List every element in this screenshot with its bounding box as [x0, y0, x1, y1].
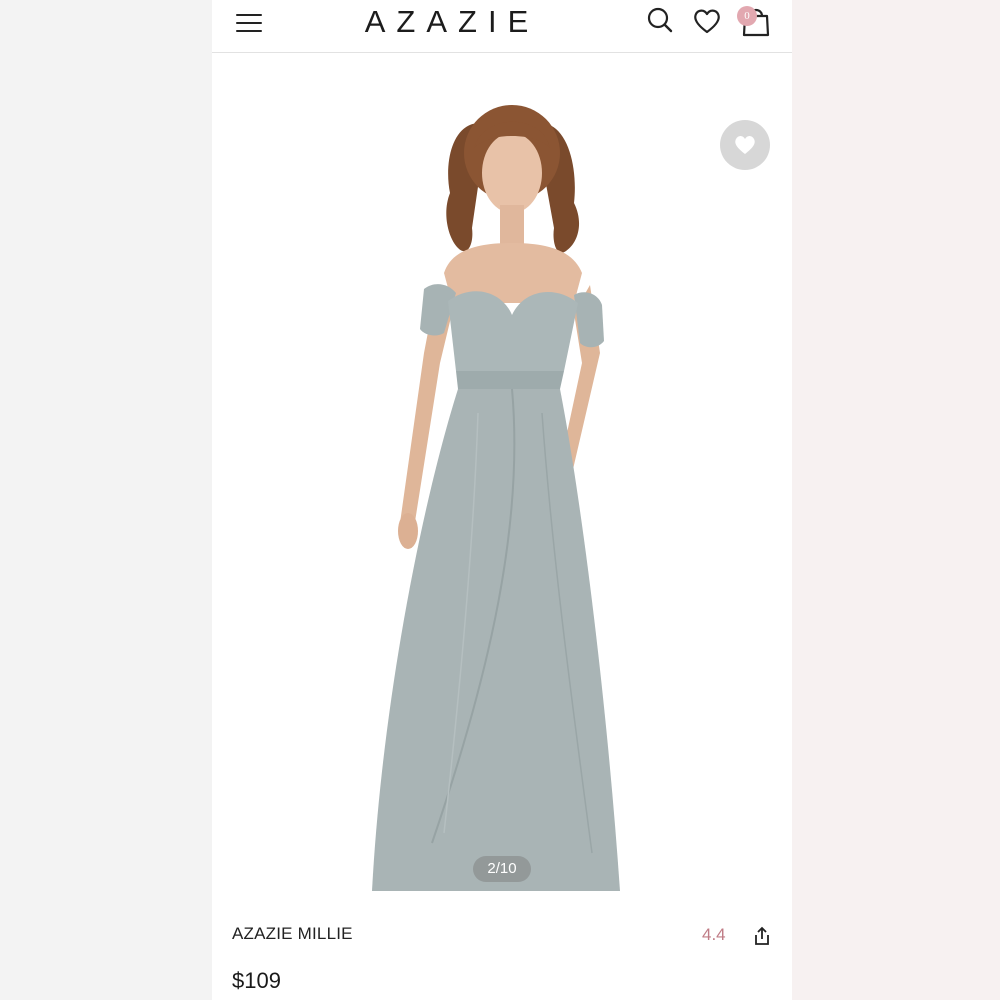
share-icon[interactable]	[752, 926, 772, 946]
image-counter: 2/10	[473, 856, 531, 882]
brand-logo[interactable]: AZAZIE	[352, 2, 552, 42]
product-image-gallery[interactable]: 2/10	[212, 53, 792, 903]
search-icon[interactable]	[646, 6, 674, 34]
menu-icon[interactable]	[234, 9, 264, 39]
top-navigation-bar: AZAZIE 0	[212, 0, 792, 53]
product-price: $109	[232, 968, 281, 993]
right-backdrop	[792, 0, 1000, 1000]
cart-count-badge: 0	[737, 6, 757, 26]
wishlist-heart-icon[interactable]	[692, 6, 722, 36]
favorite-button[interactable]	[720, 120, 770, 170]
phone-screen: AZAZIE 0 2/10 AZAZIE MILLIE 4.4 $109	[212, 0, 792, 1000]
dress-photo	[372, 105, 620, 891]
left-backdrop	[0, 0, 212, 1000]
product-name: AZAZIE MILLIE	[232, 924, 353, 943]
product-rating[interactable]: 4.4	[702, 925, 726, 945]
heart-icon	[735, 136, 755, 154]
